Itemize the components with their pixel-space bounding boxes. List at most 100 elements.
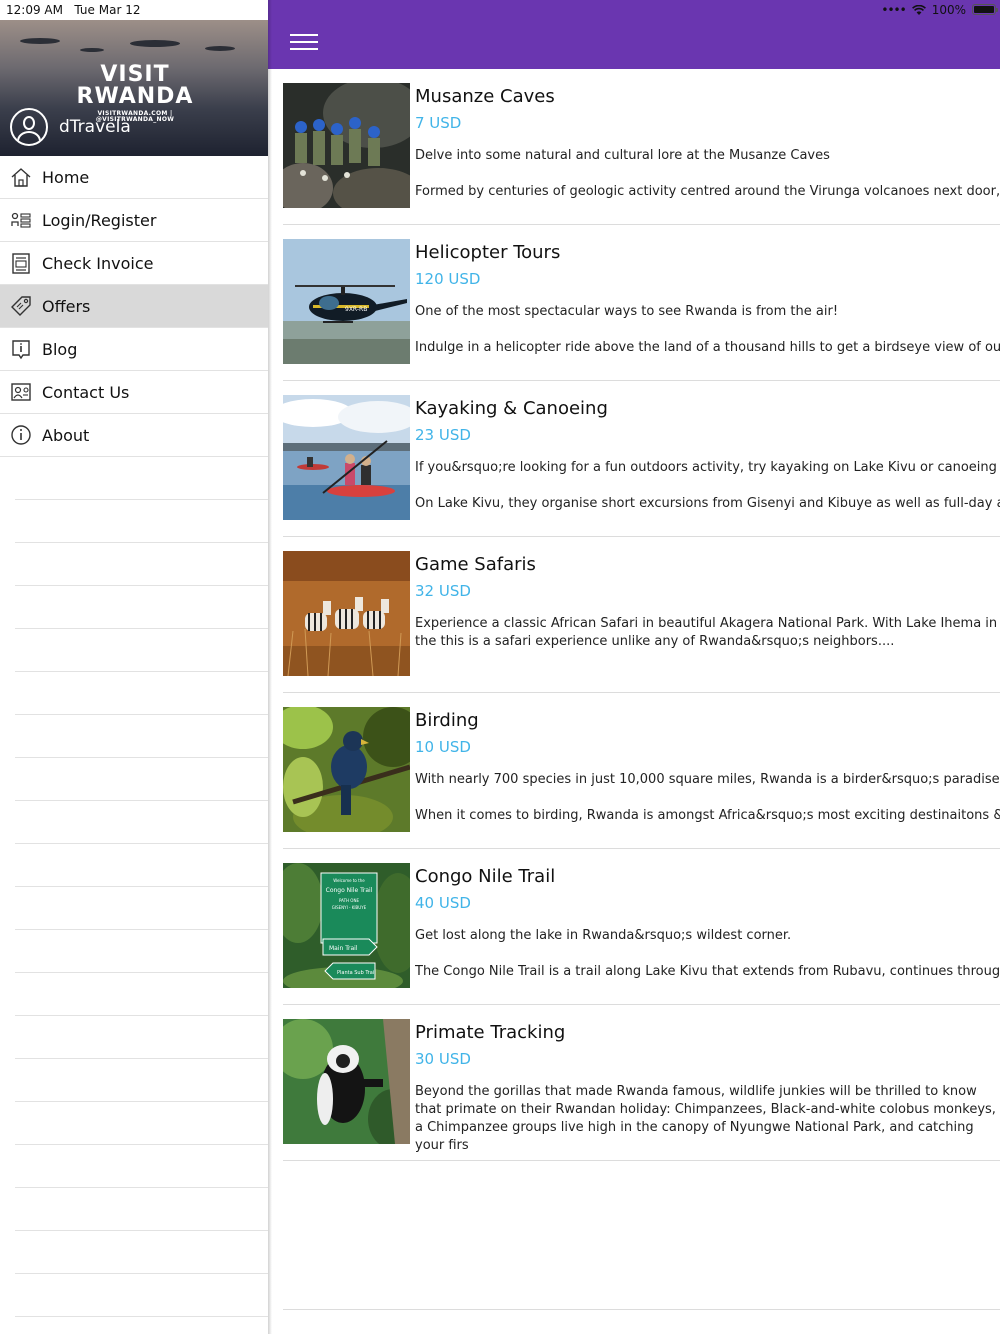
empty-row — [15, 1145, 268, 1188]
drawer-menu: Home Login/Register Check Invoice Offers… — [0, 156, 268, 1317]
offer-price: 7 USD — [415, 114, 462, 132]
navigation-drawer: VISIT RWANDA VISITRWANDA.COM | @VISITRWA… — [0, 0, 268, 1334]
battery-percent: 100% — [931, 3, 966, 17]
offer-description-more: Formed by centuries of geologic activity… — [415, 184, 1000, 199]
home-icon — [9, 165, 33, 189]
offer-row[interactable]: Kayaking & Canoeing 23 USD If you&rsquo;… — [283, 381, 1000, 537]
sign-arrow-1: Main Trail — [329, 945, 358, 952]
sign-arrow-2: Planta Sub Trail — [337, 970, 376, 976]
offer-price: 10 USD — [415, 738, 471, 756]
avatar-icon[interactable] — [10, 108, 48, 146]
offer-description-more: The Congo Nile Trail is a trail along La… — [415, 964, 1000, 979]
offer-image — [283, 551, 410, 676]
empty-row — [15, 1274, 268, 1317]
offer-image: 9XR-RB — [283, 239, 410, 364]
offer-description-more: Indulge in a helicopter ride above the l… — [415, 340, 1000, 355]
offer-price: 30 USD — [415, 1050, 471, 1068]
status-time: 12:09 AM Tue Mar 12 — [6, 3, 141, 17]
empty-row — [15, 1102, 268, 1145]
menu-item-offers[interactable]: Offers — [0, 285, 268, 328]
offer-description: Delve into some natural and cultural lor… — [415, 148, 830, 163]
menu-item-login-register[interactable]: Login/Register — [0, 199, 268, 242]
menu-item-label: About — [42, 425, 90, 445]
empty-row — [15, 1016, 268, 1059]
list-divider — [283, 1309, 1000, 1310]
empty-row — [15, 1188, 268, 1231]
status-indicators: •••• 100% — [881, 3, 966, 17]
empty-row — [15, 457, 268, 500]
offer-row[interactable]: Musanze Caves 7 USD Delve into some natu… — [283, 69, 1000, 225]
empty-row — [15, 629, 268, 672]
empty-row — [15, 586, 268, 629]
hamburger-menu-icon[interactable] — [290, 34, 318, 52]
offer-title: Congo Nile Trail — [415, 866, 556, 887]
offer-row[interactable]: Game Safaris 32 USD Experience a classic… — [283, 537, 1000, 693]
empty-row — [15, 801, 268, 844]
menu-item-contact-us[interactable]: Contact Us — [0, 371, 268, 414]
blog-icon — [9, 337, 33, 361]
login-icon — [9, 208, 33, 232]
info-icon — [9, 423, 33, 447]
helicopter-registration: 9XR-RB — [345, 306, 367, 313]
offer-price: 32 USD — [415, 582, 471, 600]
offer-description-more: On Lake Kivu, they organise short excurs… — [415, 496, 1000, 511]
offer-description: One of the most spectacular ways to see … — [415, 304, 839, 319]
offer-row[interactable]: Birding 10 USD With nearly 700 species i… — [283, 693, 1000, 849]
offer-row[interactable]: Welcome to the Congo Nile Trail PATH ONE… — [283, 849, 1000, 1005]
username: dTravela — [59, 117, 131, 137]
menu-item-label: Check Invoice — [42, 253, 154, 273]
offer-row[interactable]: 9XR-RB Helicopter Tours 120 USD One of t… — [283, 225, 1000, 381]
drawer-shadow — [268, 0, 272, 1334]
sign-line-3: PATH ONE — [339, 898, 359, 903]
menu-item-about[interactable]: About — [0, 414, 268, 457]
offer-row[interactable]: Primate Tracking 30 USD Beyond the goril… — [283, 1005, 1000, 1161]
offer-image: Welcome to the Congo Nile Trail PATH ONE… — [283, 863, 410, 988]
offer-description: With nearly 700 species in just 10,000 s… — [415, 772, 1000, 787]
empty-row — [15, 973, 268, 1016]
signal-dots-icon: •••• — [881, 3, 906, 17]
empty-row — [15, 543, 268, 586]
sign-line-4: GISENYI - KIBUYE — [332, 905, 367, 910]
sign-line-2: Congo Nile Trail — [326, 887, 373, 894]
sign-line-1: Welcome to the — [333, 878, 365, 883]
offer-price: 120 USD — [415, 270, 481, 288]
menu-item-label: Login/Register — [42, 210, 157, 230]
offer-description: Experience a classic African Safari in b… — [415, 616, 998, 649]
menu-item-home[interactable]: Home — [0, 156, 268, 199]
wifi-icon — [911, 4, 926, 15]
tag-icon — [9, 294, 33, 318]
menu-item-check-invoice[interactable]: Check Invoice — [0, 242, 268, 285]
offer-title: Helicopter Tours — [415, 242, 561, 263]
offer-price: 23 USD — [415, 426, 471, 444]
offer-image — [283, 707, 410, 832]
empty-row — [15, 758, 268, 801]
offer-image — [283, 1019, 410, 1144]
empty-row — [15, 672, 268, 715]
invoice-icon — [9, 251, 33, 275]
offer-title: Game Safaris — [415, 554, 536, 575]
offer-description-more: When it comes to birding, Rwanda is amon… — [415, 808, 1000, 823]
visit-rwanda-logo: VISIT RWANDA VISITRWANDA.COM | @VISITRWA… — [76, 62, 194, 123]
empty-row — [15, 1231, 268, 1274]
offer-image — [283, 83, 410, 208]
offer-title: Kayaking & Canoeing — [415, 398, 608, 419]
empty-row — [15, 887, 268, 930]
contact-icon — [9, 380, 33, 404]
battery-icon — [972, 4, 998, 15]
empty-row — [15, 1059, 268, 1102]
menu-item-label: Contact Us — [42, 382, 130, 402]
empty-row — [15, 844, 268, 887]
menu-item-label: Offers — [42, 296, 91, 316]
offer-title: Musanze Caves — [415, 86, 555, 107]
offer-title: Birding — [415, 710, 479, 731]
drawer-header: VISIT RWANDA VISITRWANDA.COM | @VISITRWA… — [0, 20, 268, 156]
offer-image — [283, 395, 410, 520]
menu-item-blog[interactable]: Blog — [0, 328, 268, 371]
offers-list: Musanze Caves 7 USD Delve into some natu… — [283, 69, 1000, 1161]
offer-description: Beyond the gorillas that made Rwanda fam… — [415, 1084, 996, 1153]
offer-description: Get lost along the lake in Rwanda&rsquo;… — [415, 928, 792, 943]
menu-item-label: Blog — [42, 339, 78, 359]
offer-title: Primate Tracking — [415, 1022, 566, 1043]
empty-row — [15, 930, 268, 973]
empty-row — [15, 715, 268, 758]
